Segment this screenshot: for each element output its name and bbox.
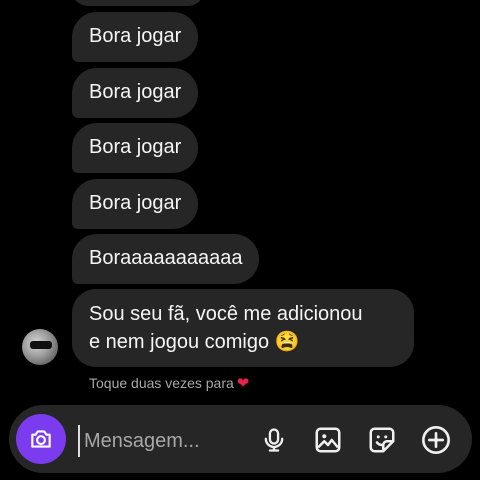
message-text-line: e nem jogou comigo 😫	[89, 331, 300, 353]
message-bubble-last[interactable]: Sou seu fã, você me adicionou e nem jogo…	[72, 289, 414, 367]
camera-icon	[31, 430, 51, 448]
message-text: Bora jogar	[89, 136, 182, 158]
message-bubble[interactable]: Bora jogar	[72, 68, 199, 118]
avatar[interactable]	[22, 329, 58, 365]
camera-button[interactable]	[16, 414, 66, 464]
message-text: Bora jogar	[89, 25, 182, 47]
message-text: Bora jogar	[89, 192, 182, 214]
gallery-button[interactable]	[312, 424, 344, 456]
hint-text: Toque duas vezes para	[89, 375, 234, 391]
image-icon	[315, 427, 341, 453]
double-tap-hint: Toque duas vezes para ❤	[89, 374, 249, 392]
more-button[interactable]	[420, 424, 452, 456]
heart-icon: ❤	[236, 375, 250, 392]
microphone-button[interactable]	[258, 424, 290, 456]
message-bubble[interactable]: Boraaaaaaaaaaa	[72, 234, 260, 284]
message-input[interactable]	[78, 425, 256, 457]
previous-message-bubble	[72, 0, 204, 6]
plus-circle-icon	[422, 426, 450, 454]
sticker-button[interactable]	[366, 424, 398, 456]
message-bubble[interactable]: Bora jogar	[72, 179, 199, 229]
message-text-line: Sou seu fã, você me adicionou	[89, 303, 363, 325]
message-bubble[interactable]: Bora jogar	[72, 12, 199, 62]
microphone-icon	[264, 428, 284, 452]
message-text: Boraaaaaaaaaaa	[89, 247, 243, 269]
sticker-icon	[369, 427, 395, 453]
message-text: Bora jogar	[89, 81, 182, 103]
message-bubble[interactable]: Bora jogar	[72, 123, 199, 173]
